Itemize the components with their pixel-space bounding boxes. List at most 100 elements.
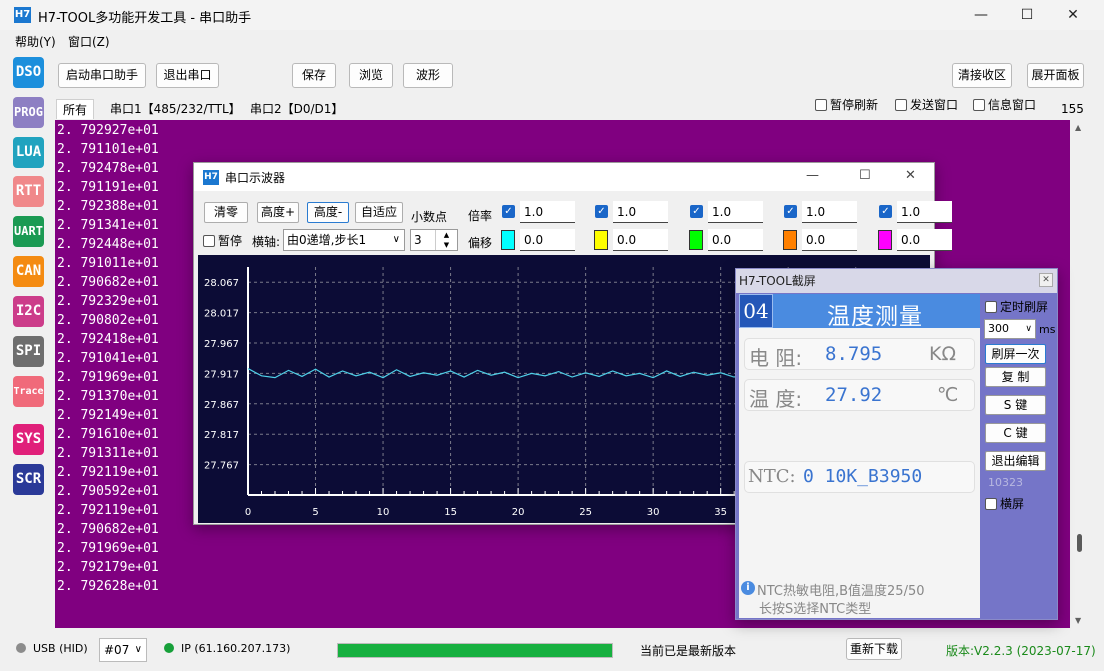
lcd-ntc-row: NTC: 0 10K_B3950	[744, 461, 975, 493]
exit-edit-button[interactable]: 退出编辑	[985, 451, 1046, 471]
checkbox-box	[973, 99, 985, 111]
scroll-thumb[interactable]	[1077, 534, 1082, 552]
close-button[interactable]: ✕	[1050, 0, 1096, 30]
channel-3-enable-checkbox[interactable]: ✓	[690, 205, 703, 218]
checkbox-box	[895, 99, 907, 111]
waveform-button[interactable]: 波形	[403, 63, 453, 88]
checkbox-box	[985, 301, 997, 313]
xaxis-mode-select[interactable]: 由0递增,步长1 ∨	[283, 229, 405, 251]
terminal-line: 2. 791041e+01	[57, 351, 159, 366]
auto-fit-button[interactable]: 自适应	[355, 202, 403, 223]
chevron-down-icon: ∨	[1025, 324, 1032, 334]
exit-serial-button[interactable]: 退出串口	[156, 63, 219, 88]
lcd-temperature-row: 温 度: 27.92 ℃	[744, 379, 975, 411]
channel-2-offset-input[interactable]: 0.0	[613, 229, 668, 251]
channel-2-enable-checkbox[interactable]: ✓	[595, 205, 608, 218]
tab-all[interactable]: 所有	[56, 99, 95, 119]
copy-button[interactable]: 复 制	[985, 367, 1046, 387]
lcd-page-title: 温度测量	[827, 304, 923, 330]
expand-panel-button[interactable]: 展开面板	[1027, 63, 1084, 88]
channel-3-gain-input[interactable]: 1.0	[708, 201, 763, 223]
sidebar-button-lua[interactable]: LUA	[13, 137, 44, 168]
channel-5-color-swatch[interactable]	[878, 230, 892, 250]
sidebar-button-scr[interactable]: SCR	[13, 464, 44, 495]
y-tick-label: 28.067	[204, 278, 239, 289]
channel-1-color-swatch[interactable]	[501, 230, 515, 250]
landscape-checkbox[interactable]: 横屏	[985, 497, 1024, 511]
sidebar-button-uart[interactable]: UART	[13, 216, 44, 247]
sidebar-button-i2c[interactable]: I2C	[13, 296, 44, 327]
screenshot-window[interactable]: H7-TOOL截屏 ✕ 04 温度测量 电 阻: 8.795 KΩ 温 度: 2…	[735, 268, 1058, 620]
timed-refresh-checkbox[interactable]: 定时刷屏	[985, 300, 1048, 314]
channel-4-enable-checkbox[interactable]: ✓	[784, 205, 797, 218]
port-select[interactable]: #07 ∨	[99, 638, 147, 662]
spin-down-icon[interactable]: ▼	[435, 240, 457, 250]
scope-clear-button[interactable]: 清零	[204, 202, 248, 223]
menu-help[interactable]: 帮助(Y)	[15, 33, 56, 50]
terminal-line: 2. 792119e+01	[57, 503, 159, 518]
channel-4-offset-input[interactable]: 0.0	[802, 229, 857, 251]
scope-app-icon: H7	[203, 170, 219, 185]
screenshot-counter: 10323	[988, 476, 1023, 489]
terminal-line: 2. 791610e+01	[57, 427, 159, 442]
device-lcd[interactable]: 04 温度测量 电 阻: 8.795 KΩ 温 度: 27.92 ℃ NTC: …	[739, 294, 980, 618]
terminal-line: 2. 792149e+01	[57, 408, 159, 423]
decimals-spinner[interactable]: 3 ▲ ▼	[410, 229, 458, 251]
sidebar-button-spi[interactable]: SPI	[13, 336, 44, 367]
channel-3-color-swatch[interactable]	[689, 230, 703, 250]
clear-receive-button[interactable]: 清接收区	[952, 63, 1012, 88]
channel-2-color-swatch[interactable]	[594, 230, 608, 250]
channel-2-gain-input[interactable]: 1.0	[613, 201, 668, 223]
terminal-scrollbar[interactable]: ▲ ▼	[1071, 120, 1088, 628]
terminal-line: 2. 792478e+01	[57, 161, 159, 176]
scope-minimize-button[interactable]: —	[806, 168, 819, 183]
x-tick-label: 35	[714, 507, 727, 518]
channel-3-offset-input[interactable]: 0.0	[708, 229, 763, 251]
start-serial-button[interactable]: 启动串口助手	[58, 63, 146, 88]
channel-1-enable-checkbox[interactable]: ✓	[502, 205, 515, 218]
chevron-down-icon: ∨	[392, 234, 400, 245]
info-window-checkbox[interactable]: 信息窗口	[973, 98, 1036, 112]
scope-pause-checkbox[interactable]: 暂停	[203, 234, 242, 248]
menu-window[interactable]: 窗口(Z)	[68, 33, 110, 50]
sidebar-button-dso[interactable]: DSO	[13, 57, 44, 88]
refresh-once-button[interactable]: 刷屏一次	[985, 344, 1046, 364]
maximize-button[interactable]: ☐	[1004, 0, 1050, 30]
tab-serial-1[interactable]: 串口1【485/232/TTL】	[104, 99, 247, 119]
redownload-button[interactable]: 重新下载	[846, 638, 902, 660]
channel-1-gain-input[interactable]: 1.0	[520, 201, 575, 223]
sidebar-button-can[interactable]: CAN	[13, 256, 44, 287]
sidebar-button-rtt[interactable]: RTT	[13, 176, 44, 207]
height-minus-button[interactable]: 高度-	[307, 202, 349, 223]
height-plus-button[interactable]: 高度+	[257, 202, 299, 223]
terminal-line: 2. 791969e+01	[57, 541, 159, 556]
x-tick-label: 5	[312, 507, 318, 518]
minimize-button[interactable]: —	[958, 0, 1004, 30]
channel-5-enable-checkbox[interactable]: ✓	[879, 205, 892, 218]
sidebar-button-prog[interactable]: PROG	[13, 97, 44, 128]
s-key-button[interactable]: S 键	[985, 395, 1046, 415]
sidebar-button-sys[interactable]: SYS	[13, 424, 44, 455]
scope-close-button[interactable]: ✕	[905, 168, 916, 183]
scroll-down-icon[interactable]: ▼	[1075, 616, 1081, 625]
interval-select[interactable]: 300 ∨	[984, 319, 1036, 339]
temperature-label: 温 度:	[749, 387, 803, 411]
channel-1-offset-input[interactable]: 0.0	[520, 229, 575, 251]
pause-refresh-checkbox[interactable]: 暂停刷新	[815, 98, 878, 112]
channel-5-gain-input[interactable]: 1.0	[897, 201, 952, 223]
channel-5-offset-input[interactable]: 0.0	[897, 229, 952, 251]
c-key-button[interactable]: C 键	[985, 423, 1046, 443]
scroll-up-icon[interactable]: ▲	[1075, 123, 1081, 132]
channel-4-color-swatch[interactable]	[783, 230, 797, 250]
channel-4-gain-input[interactable]: 1.0	[802, 201, 857, 223]
offset-label: 偏移	[468, 236, 493, 250]
scope-maximize-button[interactable]: ☐	[859, 168, 871, 183]
resistance-unit: KΩ	[929, 343, 956, 365]
browse-button[interactable]: 浏览	[349, 63, 393, 88]
screenshot-close-button[interactable]: ✕	[1039, 273, 1053, 287]
sidebar-button-trace[interactable]: Trace	[13, 376, 44, 407]
save-button[interactable]: 保存	[292, 63, 336, 88]
send-window-checkbox[interactable]: 发送窗口	[895, 98, 958, 112]
spin-up-icon[interactable]: ▲	[435, 230, 457, 240]
tab-serial-2[interactable]: 串口2【D0/D1】	[244, 99, 349, 119]
